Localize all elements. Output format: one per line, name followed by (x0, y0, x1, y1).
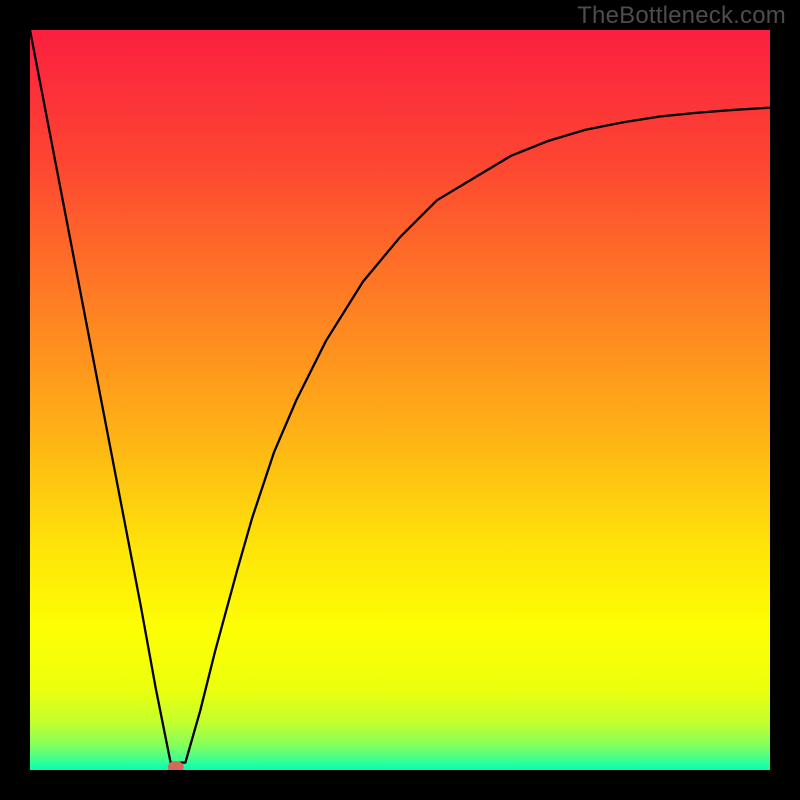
chart-svg (30, 30, 770, 770)
chart-frame: TheBottleneck.com (0, 0, 800, 800)
watermark-text: TheBottleneck.com (577, 2, 786, 30)
chart-background (30, 30, 770, 770)
